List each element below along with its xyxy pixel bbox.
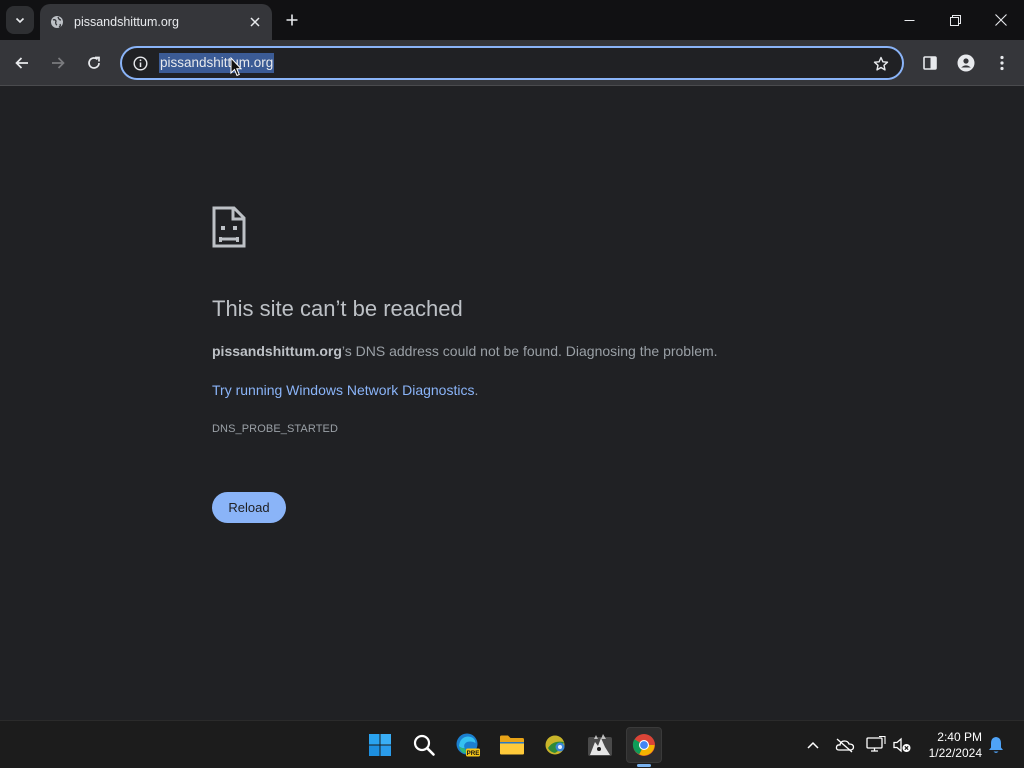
url-text[interactable]: pissandshittum.org <box>159 53 275 73</box>
error-title: This site can’t be reached <box>212 296 463 321</box>
restore-button[interactable] <box>932 0 978 40</box>
arrow-right-icon <box>52 57 65 69</box>
minimize-icon <box>904 19 914 21</box>
browser-toolbar: pissandshittum.org <box>0 40 1024 86</box>
side-panel-icon <box>923 56 937 70</box>
edge-badge-text: PRE <box>467 750 480 757</box>
start-button[interactable] <box>362 727 398 763</box>
search-button[interactable] <box>406 727 442 763</box>
show-hidden-icons-button[interactable] <box>803 735 823 755</box>
reload-toolbar-button[interactable] <box>80 49 108 77</box>
bookmark-star-icon[interactable] <box>872 55 890 73</box>
forward-button[interactable] <box>44 49 72 77</box>
tab-title: pissandshittum.org <box>74 15 179 29</box>
sad-document-icon <box>212 206 246 248</box>
clock-time: 2:40 PM <box>937 730 982 744</box>
chrome-icon <box>632 734 655 756</box>
app-icon <box>588 734 612 756</box>
chevron-up-icon <box>807 741 819 749</box>
active-tab[interactable]: pissandshittum.org <box>40 4 272 40</box>
tab-strip: pissandshittum.org <box>0 0 1024 40</box>
system-clock[interactable]: 2:40 PM 1/22/2024 <box>918 729 982 761</box>
diagnostics-suffix: . <box>474 382 479 398</box>
clock-date: 1/22/2024 <box>928 746 982 760</box>
site-info-icon[interactable] <box>131 54 149 72</box>
minimize-button[interactable] <box>886 0 932 40</box>
network-monitor-icon <box>866 736 886 752</box>
profile-button[interactable] <box>952 49 980 77</box>
new-tab-button[interactable] <box>280 8 304 32</box>
file-explorer-button[interactable] <box>494 727 530 763</box>
side-panel-button[interactable] <box>916 49 944 77</box>
chrome-taskbar-button[interactable] <box>626 727 662 763</box>
windows-logo-icon <box>369 734 391 756</box>
close-window-button[interactable] <box>978 0 1024 40</box>
menu-button[interactable] <box>988 49 1016 77</box>
network-tray-button[interactable] <box>866 735 886 755</box>
edge-beta-button[interactable]: PRE <box>450 727 486 763</box>
more-vertical-icon <box>1000 55 1004 71</box>
volume-tray-button[interactable] <box>892 735 912 755</box>
network-diagnostics-link[interactable]: Try running Windows Network Diagnostics <box>212 382 474 398</box>
refresh-icon <box>88 56 100 69</box>
person-icon <box>957 54 975 72</box>
diagnostics-line: Try running Windows Network Diagnostics. <box>212 382 478 398</box>
search-icon <box>413 734 435 756</box>
app-icon <box>545 735 565 755</box>
close-tab-icon[interactable] <box>244 11 266 33</box>
cloud-off-icon <box>835 738 855 753</box>
bell-icon <box>989 737 1003 753</box>
error-description: pissandshittum.org’s DNS address could n… <box>212 343 718 359</box>
folder-icon <box>500 735 524 755</box>
error-code: DNS_PROBE_STARTED <box>212 423 338 435</box>
error-domain: pissandshittum.org <box>212 343 342 359</box>
plus-icon <box>286 14 298 26</box>
mouse-cursor-icon <box>230 57 242 77</box>
error-description-text: ’s DNS address could not be found. Diagn… <box>341 343 718 359</box>
close-icon <box>995 14 1007 26</box>
chevron-down-icon <box>15 17 25 24</box>
arrow-left-icon <box>15 57 28 69</box>
onedrive-tray-button[interactable] <box>835 735 855 755</box>
tab-search-button[interactable] <box>6 6 34 34</box>
speaker-muted-icon <box>893 737 911 753</box>
reload-button[interactable]: Reload <box>212 492 286 523</box>
taskbar-app-button[interactable] <box>582 727 618 763</box>
notifications-button[interactable] <box>986 735 1006 755</box>
back-button[interactable] <box>8 49 36 77</box>
active-app-indicator <box>637 764 651 767</box>
edge-beta-icon: PRE <box>456 733 480 757</box>
taskbar-app-button[interactable] <box>538 727 574 763</box>
globe-icon <box>49 14 65 30</box>
windows-taskbar: PRE 2:40 PM 1/22/2024 <box>0 720 1024 768</box>
restore-icon <box>949 14 961 26</box>
